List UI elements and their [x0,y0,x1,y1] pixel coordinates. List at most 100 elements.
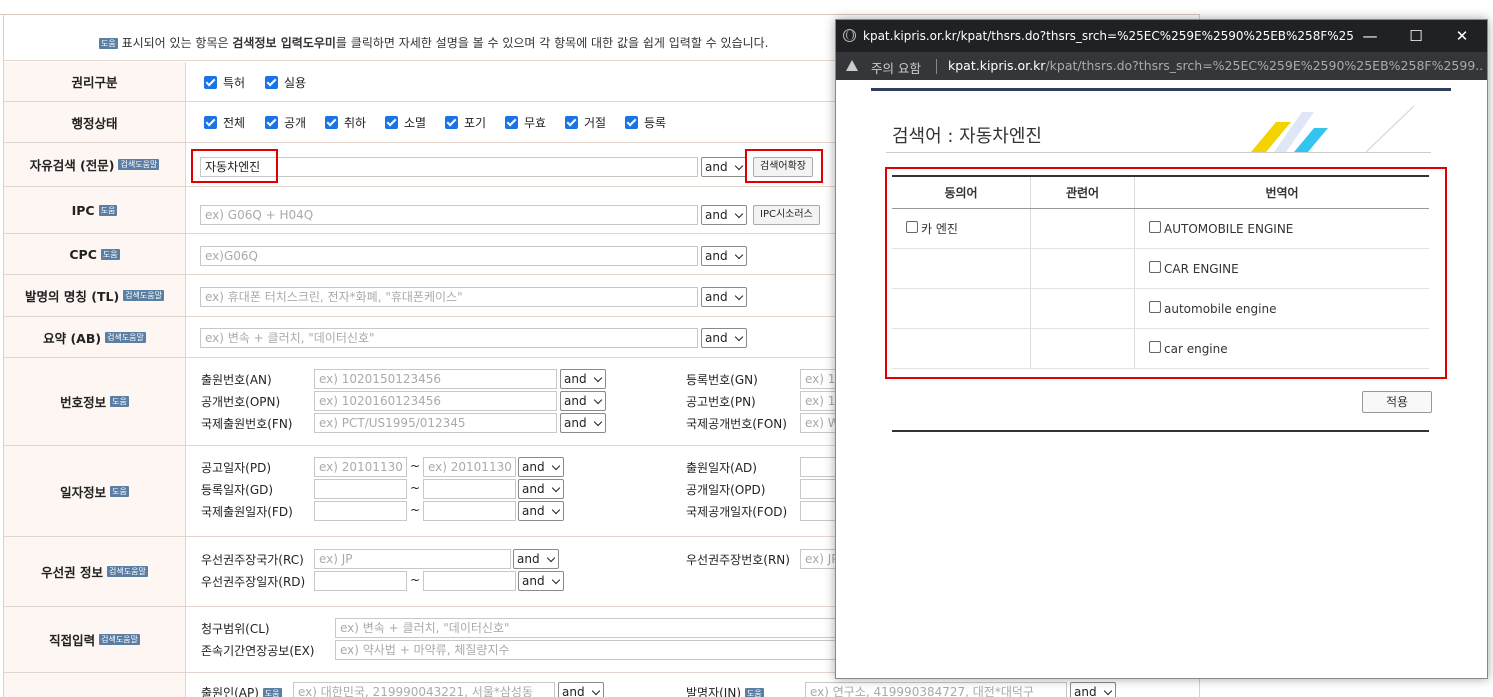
inventor-input[interactable]: ex) 연구소, 419990384727, 대전*대덕구 [805,682,1067,697]
application-date-input[interactable] [800,457,840,477]
help-tag[interactable]: 도움 [98,204,118,216]
close-button[interactable]: ✕ [1439,20,1485,52]
registration-date-from[interactable] [314,479,407,499]
intl-application-date-operator[interactable]: and [518,501,564,521]
checkbox-status-registered[interactable]: 등록 [625,114,666,131]
intl-application-date-to[interactable] [423,501,516,521]
checkbox-checked-icon [565,116,578,129]
intl-application-number-label: 국제출원번호(FN) [201,417,293,431]
priority-country-label: 우선권주장국가(RC) [201,553,304,567]
help-tag[interactable]: 도움 [100,248,120,260]
help-tag[interactable]: 도움 [110,485,129,497]
ipc-thesaurus-button[interactable]: IPC시소러스 [753,205,820,225]
priority-label-text: 우선권 정보 [41,565,104,580]
intl-publication-number-label: 국제공개번호(FON) [686,417,787,431]
priority-date-operator[interactable]: and [518,571,564,591]
checkbox-label: 취하 [344,116,367,130]
applicant-input[interactable]: ex) 대한민국, 219990043221, 서울*삼성동 [293,682,555,697]
claims-input[interactable]: ex) 변속 + 클러치, "데이터신호" [335,618,840,638]
date-info-label-text: 일자정보 [60,484,107,500]
search-help-tag[interactable]: 검색도움말 [118,159,160,170]
ipc-label-text: IPC [71,202,95,218]
apply-button[interactable]: 적용 [1362,391,1432,413]
publication-date-input[interactable] [800,479,840,499]
registration-number-input[interactable]: ex) 10 [800,369,840,389]
cpc-operator-select[interactable]: and [701,246,747,266]
publication-number-operator[interactable]: and [560,391,606,411]
checkbox-utility[interactable]: 실용 [265,74,306,91]
ipc-operator-select[interactable]: and [701,205,747,225]
notice-date-from[interactable]: ex) 20101130 [314,457,407,477]
search-help-tag[interactable]: 검색도움말 [107,566,148,577]
registration-date-operator[interactable]: and [518,479,564,499]
search-help-tag[interactable]: 검색도움말 [105,331,146,343]
abstract-label-text: 요약 (AB) [43,330,102,346]
checkbox-label: 등록 [644,116,667,130]
notice-number-input[interactable]: ex) 10 [800,391,840,411]
checkbox-status-rejected[interactable]: 거절 [565,114,606,131]
status-label: 행정상태 [4,102,186,142]
ipc-input[interactable]: ex) G06Q + H04Q [200,205,698,225]
checkbox-checked-icon [204,116,217,129]
abstract-input[interactable]: ex) 변속 + 클러치, "데이터신호" [200,328,698,348]
application-number-operator[interactable]: and [560,369,606,389]
checkbox-checked-icon [204,76,217,89]
applicant-operator[interactable]: and [558,682,604,697]
priority-number-label: 우선권주장번호(RN) [686,553,790,567]
popup-address-bar[interactable]: 주의 요함 kpat.kipris.or.kr/kpat/thsrs.do?th… [836,52,1487,80]
help-tag[interactable]: 도움 [110,396,129,407]
intl-application-number-input[interactable]: ex) PCT/US1995/012345 [314,413,557,433]
priority-number-input[interactable]: ex) JP [800,549,840,569]
priority-country-operator[interactable]: and [513,549,559,569]
priority-date-to[interactable] [423,571,516,591]
intl-application-number-operator[interactable]: and [560,413,606,433]
inventor-operator[interactable]: and [1070,682,1116,697]
free-search-operator-select[interactable]: and [701,157,747,177]
minimize-button[interactable]: — [1347,20,1393,52]
publication-number-input[interactable]: ex) 1020160123456 [314,391,557,411]
intl-publication-number-input[interactable]: ex) W [800,413,840,433]
checkbox-status-invalid[interactable]: 무효 [505,114,546,131]
abstract-operator-select[interactable]: and [701,328,747,348]
security-warning[interactable]: 주의 요함 [871,58,921,77]
intl-application-date-from[interactable] [314,501,407,521]
checkbox-status-open[interactable]: 공개 [265,114,306,131]
url-domain: kpat.kipris.or.kr [948,58,1046,73]
checkbox-label: 실용 [284,76,307,90]
checkbox-status-abandoned[interactable]: 포기 [445,114,486,131]
help-tag[interactable]: 도움 [262,688,282,697]
checkbox-checked-icon [265,116,278,129]
priority-label: 우선권 정보 검색도움말 [4,537,186,606]
number-info-label: 번호정보 도움 [4,358,186,445]
title-operator-select[interactable]: and [701,287,747,307]
intl-application-date-label: 국제출원일자(FD) [201,505,293,519]
rights-label: 권리구분 [4,62,186,101]
popup-body: 검색어 : 자동차엔진 동의어 관련어 번역어 카 엔진 AUTOMOBILE … [836,80,1487,678]
claims-label: 청구범위(CL) [201,622,270,636]
checkbox-status-all[interactable]: 전체 [204,114,245,131]
cpc-label: CPC 도움 [4,234,186,274]
cpc-input[interactable]: ex)G06Q [200,246,698,266]
help-tag[interactable]: 도움 [744,688,764,697]
search-help-tag[interactable]: 검색도움말 [123,290,164,301]
invention-title-input[interactable]: ex) 휴대폰 터치스크린, 전자*화폐, "휴대폰케이스" [200,287,698,307]
maximize-button[interactable]: ☐ [1393,20,1439,52]
priority-country-input[interactable]: ex) JP [314,549,511,569]
rights-label-text: 권리구분 [71,75,118,90]
registration-date-to[interactable] [423,479,516,499]
checkbox-patent[interactable]: 특허 [204,74,245,91]
application-number-input[interactable]: ex) 1020150123456 [314,369,557,389]
notice-date-operator[interactable]: and [518,457,564,477]
notice-date-to[interactable]: ex) 20101130 [423,457,516,477]
direct-input-label-text: 직접입력 [49,633,96,648]
term-extension-input[interactable]: ex) 약사법 + 마약류, 체질량지수 [335,640,840,660]
checkbox-status-withdrawn[interactable]: 취하 [325,114,366,131]
priority-date-from[interactable] [314,571,407,591]
checkbox-status-expired[interactable]: 소멸 [385,114,426,131]
popup-titlebar[interactable]: kpat.kipris.or.kr/kpat/thsrs.do?thsrs_sr… [836,20,1487,52]
intl-publication-date-input[interactable] [800,501,840,521]
applicant-label: 출원인(AP) 도움 [201,684,282,697]
search-help-tag[interactable]: 검색도움말 [99,634,140,645]
popup-url: kpat.kipris.or.kr/kpat/thsrs.do?thsrs_sr… [948,58,1483,73]
range-tilde: ~ [410,503,421,517]
